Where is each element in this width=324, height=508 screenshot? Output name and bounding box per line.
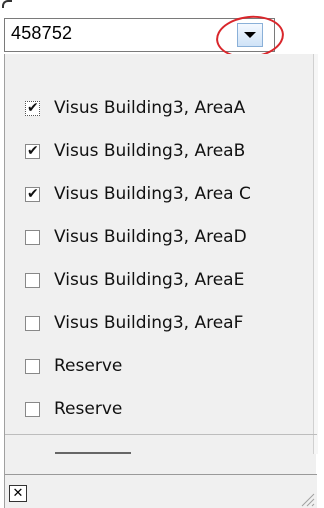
checkmark-icon: ✔ [27,142,39,159]
panel-footer: ✕ [5,474,317,508]
list-item[interactable]: ✔ Visus Building3, AreaA [25,94,245,122]
checkbox[interactable] [25,358,40,374]
list-item[interactable]: Visus Building3, AreaD [25,223,247,251]
divider [5,434,317,435]
checkbox[interactable] [25,315,40,331]
list-item-label: Visus Building3, AreaD [54,227,247,247]
resize-grip-icon[interactable] [297,489,315,507]
separator-dash [55,452,131,454]
corner-mark [2,0,12,8]
checkmark-icon: ✔ [27,99,39,116]
list-item-label: Visus Building3, AreaB [54,141,246,161]
list-item[interactable]: ✔ Visus Building3, AreaB [25,137,245,165]
close-icon[interactable]: ✕ [9,485,27,502]
checkbox[interactable] [25,272,40,288]
checkbox[interactable]: ✔ [25,99,40,116]
checkbox-list: ✔ Visus Building3, AreaA ✔ Visus Buildin… [5,54,311,434]
checkbox[interactable] [25,229,40,245]
list-item[interactable]: ✔ Visus Building3, Area C [25,180,251,208]
list-item[interactable]: Visus Building3, AreaF [25,309,243,337]
checkbox[interactable] [25,401,40,417]
list-item-label: Visus Building3, Area C [54,184,251,204]
checkbox[interactable]: ✔ [25,185,40,202]
checkbox[interactable]: ✔ [25,142,40,159]
list-item-label: Visus Building3, AreaE [54,270,245,290]
list-item-label: Reserve [54,399,123,419]
list-item-label: Reserve [54,356,123,376]
list-item-label: Visus Building3, AreaF [54,313,244,333]
list-item-label: Visus Building3, AreaA [54,98,246,118]
dropdown-checklist-widget: 458752 ✔ Visus Building3, AreaA ✔ Visus … [0,0,324,508]
list-item[interactable]: Reserve [25,395,122,423]
panel-edge [313,54,318,454]
combo-value-text: 458752 [11,23,73,43]
checkmark-icon: ✔ [27,185,39,202]
dropdown-panel: ✔ Visus Building3, AreaA ✔ Visus Buildin… [4,54,318,508]
list-item[interactable]: Reserve [25,352,122,380]
list-item[interactable]: Visus Building3, AreaE [25,266,244,294]
